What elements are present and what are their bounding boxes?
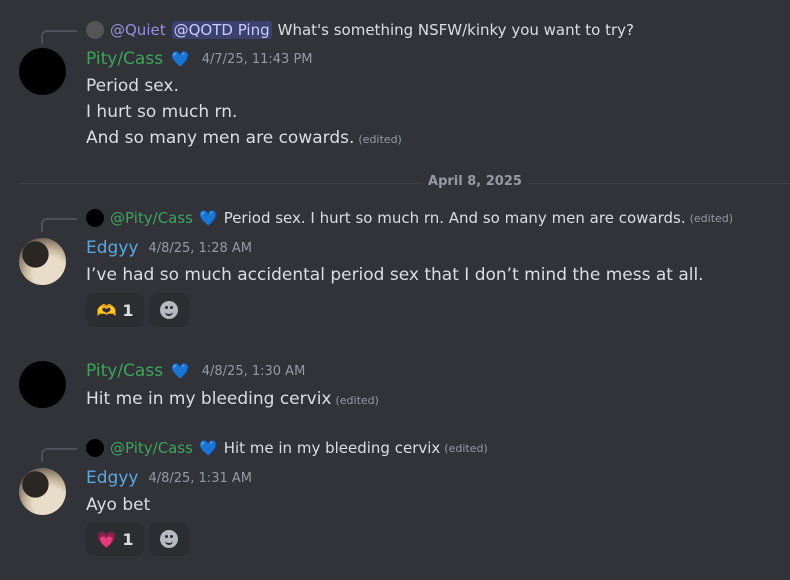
reply-text: What's something NSFW/kinky you want to …: [277, 21, 634, 39]
edited-label: (edited): [444, 441, 488, 455]
date-divider-line: [528, 183, 790, 184]
reply-author[interactable]: @Pity/Cass: [110, 209, 193, 227]
edited-label: (edited): [689, 211, 734, 225]
reply-preview[interactable]: @Pity/Cass 💙 Hit me in my bleeding cervi…: [86, 437, 488, 459]
reaction-count: 1: [122, 529, 134, 549]
reaction-chip[interactable]: 🫶 1: [86, 293, 144, 327]
reply-text: Period sex. I hurt so much rn. And so ma…: [223, 209, 686, 227]
pink-heart-emoji-icon: 💗: [96, 529, 117, 549]
reply-connector: [41, 30, 77, 44]
avatar[interactable]: [19, 238, 66, 285]
add-reaction-button[interactable]: [149, 522, 189, 556]
message-line: Period sex.: [86, 76, 179, 96]
message-text: Hit me in my bleeding cervix: [86, 389, 332, 409]
reply-text: Hit me in my bleeding cervix: [223, 439, 441, 457]
reply-preview[interactable]: @Pity/Cass 💙 Period sex. I hurt so much …: [86, 207, 733, 229]
reply-connector: [41, 218, 77, 232]
blue-heart-icon: 💙: [199, 209, 218, 227]
timestamp: 4/8/25, 1:28 AM: [148, 240, 252, 256]
reply-preview[interactable]: @Quiet @QOTD Ping What's something NSFW/…: [86, 19, 634, 41]
reply-author[interactable]: @Quiet: [110, 21, 166, 39]
reaction-chip[interactable]: 💗 1: [86, 522, 144, 556]
message-line: I’ve had so much accidental period sex t…: [86, 265, 704, 285]
author-name[interactable]: Edgyy: [86, 238, 138, 258]
author-name[interactable]: Pity/Cass: [86, 49, 163, 69]
author-name[interactable]: Edgyy: [86, 468, 138, 488]
avatar[interactable]: [19, 468, 66, 515]
hand-heart-emoji-icon: 🫶: [96, 300, 117, 320]
reply-avatar: [86, 21, 104, 39]
reply-avatar: [86, 209, 104, 227]
edited-label: (edited): [358, 133, 402, 146]
date-divider: April 8, 2025: [428, 174, 522, 189]
avatar[interactable]: [19, 48, 66, 95]
reply-author[interactable]: @Pity/Cass: [110, 439, 193, 457]
reply-connector: [41, 448, 77, 462]
timestamp: 4/7/25, 11:43 PM: [201, 51, 313, 67]
smiley-icon: [160, 530, 178, 548]
edited-label: (edited): [335, 394, 379, 407]
message-line: And so many men are cowards. (edited): [86, 128, 402, 148]
reply-avatar: [86, 439, 104, 457]
avatar[interactable]: [19, 361, 66, 408]
message-line: I hurt so much rn.: [86, 102, 238, 122]
smiley-icon: [160, 301, 178, 319]
message-text: And so many men are cowards.: [86, 128, 355, 148]
author-name[interactable]: Pity/Cass: [86, 361, 163, 381]
date-divider-line: [19, 183, 422, 184]
reaction-count: 1: [122, 300, 134, 320]
timestamp: 4/8/25, 1:31 AM: [148, 470, 252, 486]
blue-heart-icon: 💙: [171, 50, 190, 68]
add-reaction-button[interactable]: [149, 293, 189, 327]
message-line: Hit me in my bleeding cervix (edited): [86, 389, 379, 409]
blue-heart-icon: 💙: [199, 439, 218, 457]
message-line: Ayo bet: [86, 495, 151, 515]
blue-heart-icon: 💙: [171, 362, 190, 380]
role-mention[interactable]: @QOTD Ping: [171, 21, 272, 39]
timestamp: 4/8/25, 1:30 AM: [201, 363, 306, 379]
